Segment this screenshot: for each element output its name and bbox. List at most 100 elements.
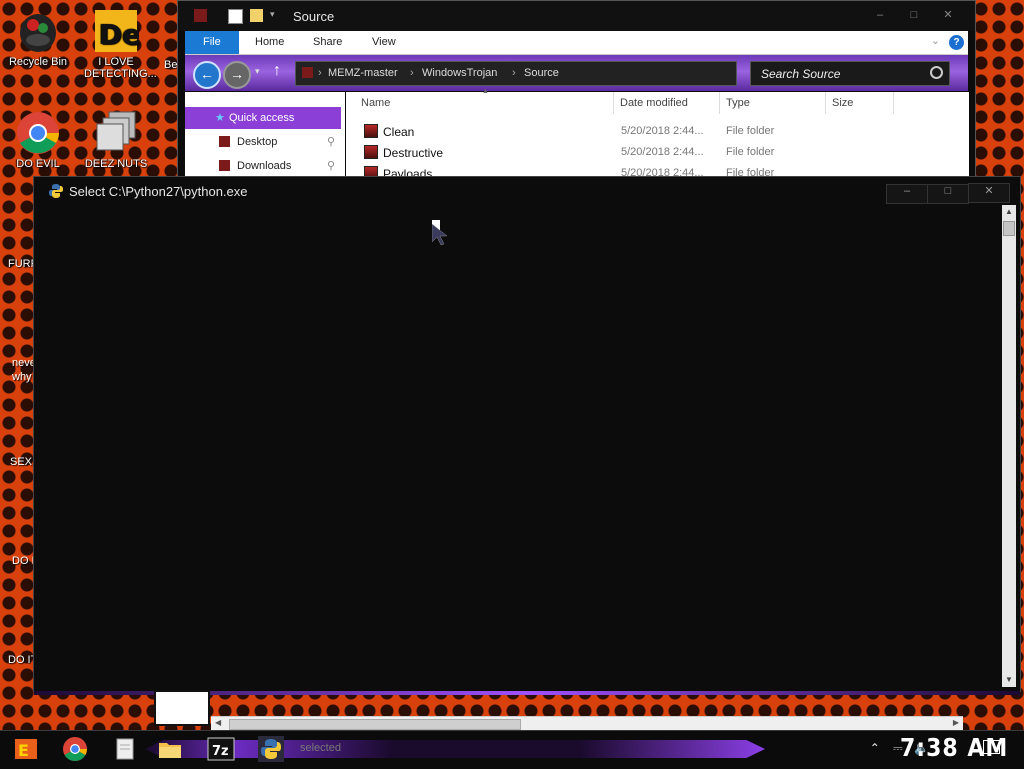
file-name: Clean [383,125,415,139]
ribbon-tabs: File Home Share View ⌄ ? [185,31,968,55]
column-header-name[interactable]: Name [346,92,614,114]
address-bar-row: ← → ▾ ↑ › MEMZ-master › WindowsTrojan › … [185,55,968,91]
desktop-icon-i-love-detecting[interactable]: De I LOVE DETECTING... [84,8,157,80]
minimize-button[interactable]: – [886,184,928,204]
app-icon [194,9,207,22]
back-button[interactable]: ← [193,61,221,89]
blank-document-thumbnail [154,690,210,726]
close-button[interactable]: ✕ [968,183,1010,203]
chevron-right-icon: › [410,67,414,79]
file-date: 5/20/2018 2:44... [621,125,704,137]
star-icon: ★ [215,112,225,124]
tab-share[interactable]: Share [301,31,354,54]
scrollbar-thumb[interactable] [229,719,521,730]
desktop-icon-label: DEEZ NUTS [84,158,148,170]
maximize-button[interactable]: □ [927,184,969,204]
recent-locations-icon[interactable]: ▾ [255,66,260,77]
window-controls: – □ ✕ [886,183,1010,204]
desktop-partial-label: SEX [10,456,33,468]
column-header-type[interactable]: Type [720,92,826,114]
chevron-right-icon: › [318,67,322,79]
nav-item-downloads[interactable]: Downloads ⚲ [185,155,341,177]
column-header-date-modified[interactable]: Date modified [614,92,720,114]
folder-icon [364,145,378,159]
address-field[interactable]: › MEMZ-master › WindowsTrojan › Source [295,61,737,86]
downloads-folder-icon [219,160,230,171]
file-type: File folder [726,146,775,158]
desktop-partial-label: why [12,371,32,383]
desktop-icon-recycle-bin[interactable]: Recycle Bin [6,8,70,68]
scroll-down-arrow-icon[interactable]: ▼ [1002,673,1016,687]
file-name: Destructive [383,146,444,160]
scroll-right-arrow-icon[interactable]: ▶ [953,718,959,727]
nav-item-label: Downloads [237,160,292,172]
breadcrumb-item[interactable]: MEMZ-master [328,67,398,79]
nav-item-label: Quick access [229,112,295,124]
scrollbar-thumb[interactable] [1003,221,1015,236]
console-title: Select C:\Python27\python.exe [69,184,248,199]
search-icon[interactable] [930,66,943,79]
nav-item-label: Desktop [237,136,278,148]
python-icon [49,184,63,198]
up-arrow-icon[interactable]: ↑ [273,62,281,80]
window-controls: – □ ✕ [863,7,965,21]
desktop-partial-label: DO I [12,555,35,567]
table-row[interactable]: Destructive 5/20/2018 2:44... File folde… [346,142,946,163]
breadcrumb-item[interactable]: WindowsTrojan [422,67,497,79]
svg-text:De: De [99,18,139,51]
desktop-icon-label: Recycle Bin [8,56,68,68]
explorer-titlebar[interactable]: ▾ Source – □ ✕ [178,1,975,31]
search-input[interactable]: Search Source [750,61,950,86]
chevron-down-icon[interactable]: ▾ [270,9,283,22]
minimize-button[interactable]: – [863,9,897,21]
search-placeholder: Search Source [761,67,841,81]
stacked-windows-icon [93,110,139,156]
breadcrumb-item[interactable]: Source [524,67,559,79]
desktop-folder-icon [219,136,230,147]
chrome-taskbar-icon[interactable] [62,736,88,762]
tab-home[interactable]: Home [243,31,296,54]
nav-item-quick-access[interactable]: ★ Quick access [185,107,341,129]
desktop-icon-label: I LOVE DETECTING... [84,56,157,80]
expand-ribbon-icon[interactable]: ⌄ [931,34,940,47]
python-taskbar-icon[interactable] [258,736,284,762]
file-explorer-taskbar-icon[interactable] [157,736,183,762]
notifications-icon[interactable] [983,740,1000,754]
notepad-taskbar-icon[interactable] [112,736,138,762]
tab-file[interactable]: File [185,31,239,54]
vertical-scrollbar[interactable]: ▲ ▼ [1002,205,1016,687]
show-hidden-icons-icon[interactable]: ⌃ [870,741,880,755]
desktop-icon-do-evil[interactable]: DO EVIL [6,110,70,170]
help-icon[interactable]: ? [949,35,964,50]
svg-text:E: E [18,741,29,760]
horizontal-scrollbar[interactable]: ◀ ▶ [211,716,963,731]
scroll-left-arrow-icon[interactable]: ◀ [215,718,221,727]
table-row[interactable]: Clean 5/20/2018 2:44... File folder [346,121,946,142]
tab-view[interactable]: View [360,31,408,54]
maximize-button[interactable]: □ [897,9,931,21]
desktop-icon-deez-nuts[interactable]: DEEZ NUTS [84,110,148,170]
recycle-bin-icon [15,8,61,54]
status-text: selected [300,742,341,754]
pin-icon[interactable]: ⚲ [327,155,335,177]
new-folder-icon[interactable] [250,9,263,22]
file-list: ▲ Name Date modified Type Size Clean 5/2… [346,88,969,179]
taskbar-decoration [145,740,765,758]
navigation-pane: ★ Quick access Desktop ⚲ Downloads ⚲ [185,92,345,179]
desktop-icon-label: DO EVIL [16,158,60,170]
pin-icon[interactable]: ⚲ [327,131,335,153]
svg-text:7z: 7z [212,744,229,759]
scroll-up-arrow-icon[interactable]: ▲ [1002,205,1016,219]
forward-button[interactable]: → [223,61,251,89]
file-explorer-window[interactable]: ▾ Source – □ ✕ File Home Share View ⌄ ? ← … [177,0,976,180]
7zip-taskbar-icon[interactable]: 7z [207,736,235,762]
close-button[interactable]: ✕ [931,8,965,21]
chevron-right-icon: › [512,67,516,79]
start-button[interactable]: E [12,735,40,763]
python-console-window[interactable]: Select C:\Python27\python.exe – □ ✕ ▲ ▼ [33,176,1021,695]
nav-item-desktop[interactable]: Desktop ⚲ [185,131,341,153]
file-date: 5/20/2018 2:44... [621,146,704,158]
column-header-size[interactable]: Size [826,92,894,114]
taskbar: E 7z selected ⌃ ⎓ 🔈 7:38 AM [0,730,1024,769]
properties-icon[interactable] [228,9,243,24]
